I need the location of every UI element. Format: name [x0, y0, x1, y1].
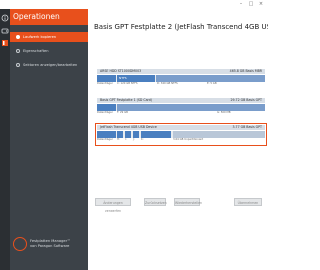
- partition-segment[interactable]: [117, 131, 123, 138]
- meta-text: K:: [141, 138, 144, 141]
- partition-segment[interactable]: [125, 131, 131, 138]
- menu-item-properties[interactable]: Eigenschaften: [10, 46, 88, 56]
- disk-name: Basis GPT Festplatte 1 (SD Card): [100, 98, 153, 102]
- discard-changes-button[interactable]: Änderungen verwerfen: [95, 198, 131, 213]
- disk-name: ARSE HDD ST1000DM003: [100, 69, 142, 73]
- page-title: Basis GPT Festplatte 2 (JetFlash Transce…: [94, 23, 268, 31]
- bullet-icon: [16, 35, 20, 39]
- meta-text: C: 120 GB NTFS: [117, 82, 138, 85]
- paragon-logo-icon: [13, 237, 27, 251]
- meta-text: G: 500 MB: [217, 111, 231, 114]
- close-button[interactable]: ×: [258, 1, 264, 7]
- partition-segment[interactable]: [97, 104, 116, 111]
- main-content: Basis GPT Festplatte 2 (JetFlash Transce…: [88, 9, 270, 270]
- disk-bar: [97, 104, 265, 111]
- minimize-button[interactable]: –: [238, 1, 244, 7]
- partition-segment[interactable]: NTFS: [117, 75, 155, 82]
- title-bar: – □ ×: [0, 0, 270, 9]
- menu-item-sectors[interactable]: Sektoren anzeigen/bearbeiten: [10, 60, 88, 70]
- disk-row[interactable]: Basis GPT Festplatte 1 (SD Card) 29.72 G…: [97, 98, 265, 117]
- disk-header: ARSE HDD ST1000DM003 465.8 GB Basis MBR: [97, 69, 265, 74]
- operations-panel: Operationen Laufwerk kopieren Eigenschaf…: [10, 9, 88, 270]
- menu-item-label: Eigenschaften: [23, 49, 49, 53]
- partition-segment[interactable]: [97, 131, 116, 138]
- disk-capacity: 3.77 GB Basis GPT: [232, 125, 262, 129]
- meta-text: 3.64 GB Unpartitioniert: [173, 138, 204, 141]
- meta-text: J:: [133, 138, 135, 141]
- partition-segment[interactable]: [141, 131, 171, 138]
- unallocated-segment[interactable]: [173, 131, 265, 138]
- disk-bar: [97, 131, 265, 138]
- meta-text: F: 29 GB: [117, 111, 128, 114]
- disk-header: Basis GPT Festplatte 1 (SD Card) 29.72 G…: [97, 98, 265, 103]
- disk-header: JetFlash Transcend 4GB USB Device 3.77 G…: [97, 125, 265, 130]
- meta-text: I:: [125, 138, 127, 141]
- menu-item-copy-disk[interactable]: Laufwerk kopieren: [10, 32, 88, 42]
- disk-bar: NTFS: [97, 75, 265, 82]
- disk-row-selected[interactable]: JetFlash Transcend 4GB USB Device 3.77 G…: [95, 123, 267, 146]
- panel-title: Operationen: [10, 9, 88, 25]
- disk-meta: Datenträger C: 120 GB NTFS D: 340 GB NTF…: [97, 82, 265, 88]
- disk-name: JetFlash Transcend 4GB USB Device: [100, 125, 157, 129]
- brand-block: Festplatten Manager™ von Paragon Softwar…: [10, 235, 88, 257]
- undo-button[interactable]: Zurücksetzen: [144, 198, 167, 206]
- disk-meta: Datenträger H: I: J: K: 3.64 GB Unpartit…: [97, 138, 265, 144]
- meta-text: Datenträger: [97, 82, 113, 85]
- brand-vendor: von Paragon Software: [30, 244, 70, 248]
- disk-capacity: 29.72 GB Basis GPT: [230, 98, 262, 102]
- partition-segment[interactable]: [156, 75, 265, 82]
- icon-rail: [0, 9, 10, 270]
- menu-item-label: Laufwerk kopieren: [23, 35, 57, 39]
- meta-text: D: 340 GB NTFS: [157, 82, 178, 85]
- info-icon[interactable]: [1, 14, 9, 22]
- maximize-button[interactable]: □: [248, 1, 254, 7]
- meta-text: E: 5 GB: [207, 82, 217, 85]
- partition-segment[interactable]: [133, 131, 139, 138]
- bullet-icon: [16, 49, 20, 53]
- meta-text: Datenträger: [97, 138, 113, 141]
- meta-text: Datenträger: [97, 111, 113, 114]
- disk-meta: Datenträger F: 29 GB G: 500 MB: [97, 111, 265, 117]
- action-bar: Änderungen verwerfen Zurücksetzen Wieder…: [88, 198, 270, 213]
- partition-icon[interactable]: [1, 39, 9, 47]
- meta-text: H:: [117, 138, 120, 141]
- partition-segment[interactable]: [117, 104, 265, 111]
- partition-segment[interactable]: [97, 75, 116, 82]
- disk-capacity: 465.8 GB Basis MBR: [229, 69, 262, 73]
- bullet-icon: [16, 63, 20, 67]
- redo-button[interactable]: Wiederherstellen: [174, 198, 202, 206]
- apply-button[interactable]: Übernehmen: [234, 198, 262, 206]
- disk-row[interactable]: ARSE HDD ST1000DM003 465.8 GB Basis MBR …: [97, 69, 265, 88]
- menu-item-label: Sektoren anzeigen/bearbeiten: [23, 63, 78, 67]
- disk-icon[interactable]: [1, 27, 9, 35]
